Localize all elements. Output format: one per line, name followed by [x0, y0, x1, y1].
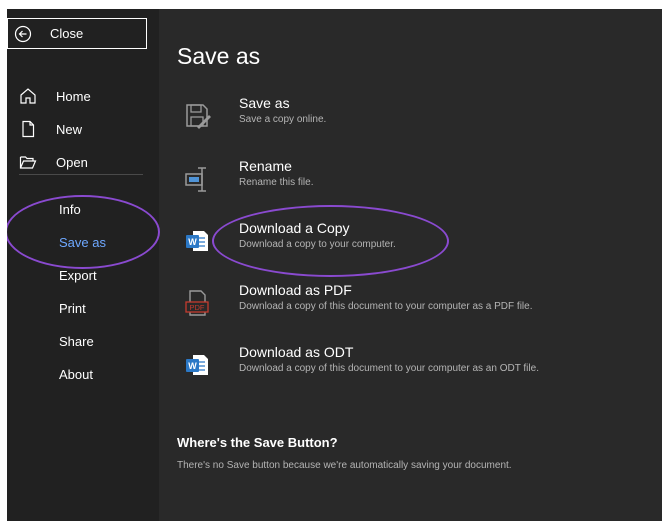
save-button-heading: Where's the Save Button?	[177, 435, 338, 450]
sidebar-item-export[interactable]: Export	[7, 261, 159, 289]
sidebar-item-label: Home	[56, 88, 91, 104]
word-document-icon: W	[177, 221, 217, 261]
sidebar-item-save-as[interactable]: Save as	[7, 228, 159, 256]
sidebar-item-label: About	[59, 366, 93, 382]
main-panel: Save as Save as Save a copy online. Rena…	[159, 9, 662, 521]
svg-text:W: W	[188, 237, 197, 247]
option-description: Save a copy online.	[239, 114, 327, 125]
sidebar-item-label: Print	[59, 300, 86, 316]
option-title: Download as PDF	[239, 282, 352, 298]
sidebar-item-label: New	[56, 121, 83, 137]
download-pdf-option[interactable]: PDF Download as PDF Download a copy of t…	[177, 281, 647, 327]
sidebar-item-open[interactable]: Open	[7, 148, 159, 176]
sidebar-item-new[interactable]: New	[7, 115, 159, 143]
rename-icon	[177, 159, 217, 199]
odt-document-icon: W	[177, 345, 217, 385]
sidebar-item-label: Info	[59, 201, 81, 217]
backstage-window: Close Home New Open Info Save as Export …	[7, 9, 662, 521]
option-description: Rename this file.	[239, 177, 314, 188]
save-as-icon	[177, 96, 217, 136]
save-as-option[interactable]: Save as Save a copy online.	[177, 94, 647, 140]
sidebar-item-print[interactable]: Print	[7, 294, 159, 322]
sidebar-item-label: Open	[56, 154, 88, 170]
option-description: Download a copy of this document to your…	[239, 363, 539, 374]
close-label: Close	[50, 26, 84, 41]
pdf-icon: PDF	[177, 283, 217, 323]
sidebar: Close Home New Open Info Save as Export …	[7, 9, 159, 521]
close-button[interactable]: Close	[7, 18, 147, 49]
svg-text:W: W	[188, 361, 197, 371]
option-title: Save as	[239, 95, 290, 111]
new-document-icon	[19, 120, 37, 138]
back-arrow-icon	[14, 25, 32, 43]
sidebar-item-info[interactable]: Info	[7, 195, 159, 223]
sidebar-divider	[19, 174, 143, 175]
sidebar-item-label: Save as	[59, 234, 106, 250]
sidebar-item-label: Share	[59, 333, 94, 349]
option-description: Download a copy of this document to your…	[239, 301, 533, 312]
open-folder-icon	[19, 153, 37, 171]
option-description: Download a copy to your computer.	[239, 239, 396, 250]
download-odt-option[interactable]: W Download as ODT Download a copy of thi…	[177, 343, 647, 389]
sidebar-item-share[interactable]: Share	[7, 327, 159, 355]
sidebar-item-about[interactable]: About	[7, 360, 159, 388]
page-title: Save as	[177, 43, 261, 69]
rename-option[interactable]: Rename Rename this file.	[177, 157, 647, 203]
download-copy-option[interactable]: W Download a Copy Download a copy to you…	[177, 219, 647, 265]
sidebar-item-home[interactable]: Home	[7, 82, 159, 110]
save-button-explanation: There's no Save button because we're aut…	[177, 460, 512, 471]
home-icon	[19, 87, 37, 105]
option-title: Rename	[239, 158, 292, 174]
sidebar-item-label: Export	[59, 267, 97, 283]
option-title: Download as ODT	[239, 344, 354, 360]
option-title: Download a Copy	[239, 220, 350, 236]
pdf-icon-text: PDF	[190, 303, 205, 312]
